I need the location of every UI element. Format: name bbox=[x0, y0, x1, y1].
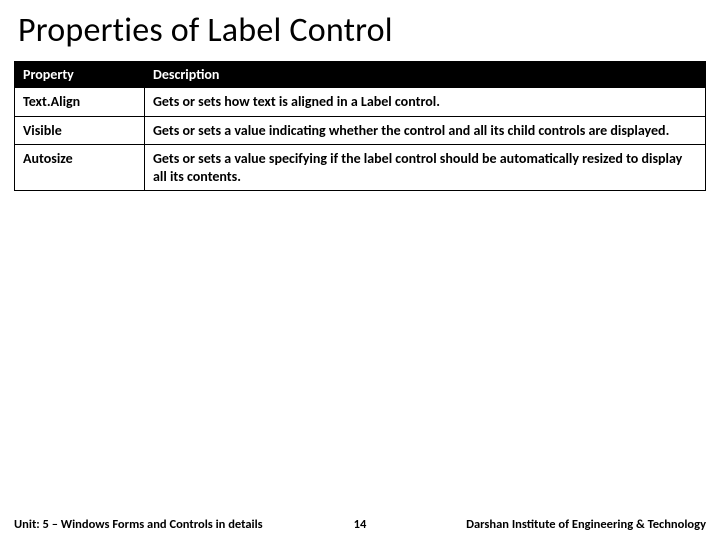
footer-page-number: 14 bbox=[354, 517, 367, 532]
cell-description: Gets or sets a value specifying if the l… bbox=[145, 145, 706, 191]
slide-footer: Unit: 5 – Windows Forms and Controls in … bbox=[0, 517, 720, 532]
properties-table: Property Description Text.Align Gets or … bbox=[14, 61, 706, 191]
table-header-row: Property Description bbox=[15, 62, 706, 88]
table-row: Visible Gets or sets a value indicating … bbox=[15, 116, 706, 145]
footer-unit: Unit: 5 – Windows Forms and Controls in … bbox=[14, 517, 263, 532]
col-header-description: Description bbox=[145, 62, 706, 88]
cell-description: Gets or sets how text is aligned in a La… bbox=[145, 88, 706, 117]
cell-description: Gets or sets a value indicating whether … bbox=[145, 116, 706, 145]
col-header-property: Property bbox=[15, 62, 145, 88]
footer-org: Darshan Institute of Engineering & Techn… bbox=[466, 517, 706, 532]
cell-property: Autosize bbox=[15, 145, 145, 191]
table-row: Autosize Gets or sets a value specifying… bbox=[15, 145, 706, 191]
slide: Properties of Label Control Property Des… bbox=[0, 0, 720, 540]
page-title: Properties of Label Control bbox=[18, 10, 706, 51]
table-row: Text.Align Gets or sets how text is alig… bbox=[15, 88, 706, 117]
cell-property: Visible bbox=[15, 116, 145, 145]
cell-property: Text.Align bbox=[15, 88, 145, 117]
